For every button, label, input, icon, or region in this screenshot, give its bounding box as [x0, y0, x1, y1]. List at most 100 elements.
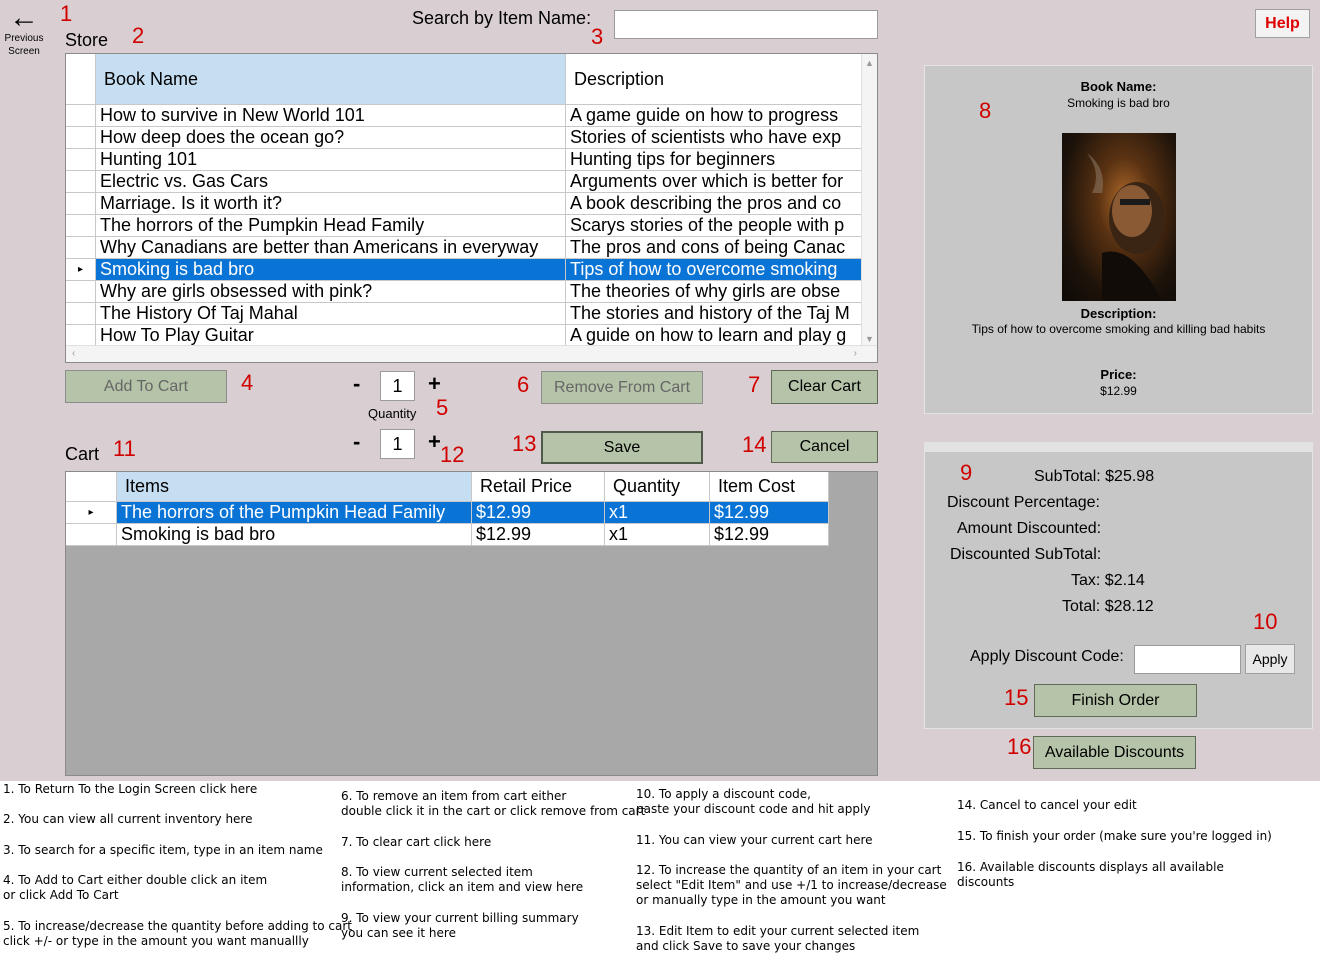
description-cell[interactable]: Tips of how to overcome smoking	[566, 259, 862, 280]
horizontal-scrollbar[interactable]: ‹ ›	[66, 345, 877, 362]
scroll-right-icon[interactable]: ›	[854, 348, 857, 359]
book-name-cell[interactable]: Smoking is bad bro	[96, 259, 566, 280]
help-line-6: 6. To remove an item from cart either do…	[341, 789, 646, 818]
header-corner	[66, 54, 96, 104]
previous-screen-button[interactable]: ← Previous Screen	[0, 1, 48, 60]
remove-from-cart-button[interactable]: Remove From Cart	[541, 371, 703, 404]
row-header[interactable]	[66, 237, 96, 258]
description-cell[interactable]: A guide on how to learn and play g	[566, 325, 862, 346]
cart-item-cell[interactable]: The horrors of the Pumpkin Head Family	[117, 502, 472, 523]
row-header[interactable]	[66, 171, 96, 192]
cart-item-cost-cell[interactable]: $12.99	[710, 524, 829, 545]
cart-grid[interactable]: Items Retail Price Quantity Item Cost ▸ T…	[65, 471, 878, 776]
column-header-quantity[interactable]: Quantity	[605, 472, 710, 501]
cart-item-cell[interactable]: Smoking is bad bro	[117, 524, 472, 545]
book-name-cell[interactable]: Why are girls obsessed with pink?	[96, 281, 566, 302]
add-to-cart-button[interactable]: Add To Cart	[65, 370, 227, 403]
inventory-grid[interactable]: Book Name Description How to survive in …	[65, 53, 878, 363]
description-cell[interactable]: A book describing the pros and co	[566, 193, 862, 214]
book-name-cell[interactable]: The History Of Taj Mahal	[96, 303, 566, 324]
search-input[interactable]	[614, 10, 878, 39]
inventory-row[interactable]: ▸ Smoking is bad bro Tips of how to overco…	[66, 259, 877, 281]
row-header[interactable]	[66, 281, 96, 302]
book-name-cell[interactable]: How to survive in New World 101	[96, 105, 566, 126]
edit-quantity-increase-button[interactable]: +	[428, 431, 441, 453]
cart-row[interactable]: Smoking is bad bro $12.99 x1 $12.99	[66, 524, 829, 546]
quantity-decrease-button[interactable]: -	[353, 373, 360, 395]
discount-code-input[interactable]	[1134, 645, 1241, 674]
cart-row-selector-arrow-icon[interactable]: ▸	[66, 502, 117, 523]
clear-cart-button[interactable]: Clear Cart	[771, 370, 878, 404]
marker-9: 9	[960, 460, 973, 485]
inventory-row[interactable]: The horrors of the Pumpkin Head Family Sc…	[66, 215, 877, 237]
cart-retail-price-cell[interactable]: $12.99	[472, 524, 605, 545]
book-name-cell[interactable]: Marriage. Is it worth it?	[96, 193, 566, 214]
save-button[interactable]: Save	[541, 431, 703, 464]
help-button[interactable]: Help	[1255, 9, 1310, 38]
description-cell[interactable]: Hunting tips for beginners	[566, 149, 862, 170]
inventory-row[interactable]: Hunting 101 Hunting tips for beginners	[66, 149, 877, 171]
column-header-description[interactable]: Description	[566, 54, 862, 104]
help-line-13: 13. Edit Item to edit your current selec…	[636, 924, 920, 953]
scroll-left-icon[interactable]: ‹	[72, 348, 75, 359]
row-header[interactable]	[66, 105, 96, 126]
inventory-row[interactable]: How To Play Guitar A guide on how to lear…	[66, 325, 877, 347]
available-discounts-button[interactable]: Available Discounts	[1033, 736, 1196, 769]
cart-quantity-cell[interactable]: x1	[605, 502, 710, 523]
edit-quantity-input[interactable]: 1	[380, 429, 415, 459]
row-header[interactable]	[66, 215, 96, 236]
cart-quantity-cell[interactable]: x1	[605, 524, 710, 545]
column-header-retail-price[interactable]: Retail Price	[472, 472, 605, 501]
cart-title: Cart	[65, 444, 100, 464]
description-cell[interactable]: The theories of why girls are obse	[566, 281, 862, 302]
help-line-14: 14. Cancel to cancel your edit	[957, 798, 1137, 812]
inventory-row[interactable]: How deep does the ocean go? Stories of sc…	[66, 127, 877, 149]
row-header[interactable]	[66, 325, 96, 346]
edit-quantity-decrease-button[interactable]: -	[353, 431, 360, 453]
inventory-row[interactable]: The History Of Taj Mahal The stories and …	[66, 303, 877, 325]
book-name-cell[interactable]: Hunting 101	[96, 149, 566, 170]
description-cell[interactable]: The stories and history of the Taj M	[566, 303, 862, 324]
inventory-row[interactable]: Why are girls obsessed with pink? The the…	[66, 281, 877, 303]
row-header[interactable]	[66, 193, 96, 214]
column-header-item-cost[interactable]: Item Cost	[710, 472, 829, 501]
book-name-cell[interactable]: How deep does the ocean go?	[96, 127, 566, 148]
inventory-row[interactable]: Why Canadians are better than Americans …	[66, 237, 877, 259]
column-header-book-name[interactable]: Book Name	[96, 54, 566, 104]
book-name-cell[interactable]: Why Canadians are better than Americans …	[96, 237, 566, 258]
cart-row[interactable]: ▸ The horrors of the Pumpkin Head Family $…	[66, 502, 829, 524]
marker-3: 3	[591, 24, 604, 49]
marker-6: 6	[517, 372, 530, 397]
book-name-cell[interactable]: Electric vs. Gas Cars	[96, 171, 566, 192]
apply-discount-button[interactable]: Apply	[1245, 644, 1295, 674]
finish-order-button[interactable]: Finish Order	[1034, 684, 1197, 717]
row-header[interactable]	[66, 149, 96, 170]
back-arrow-icon: ←	[9, 1, 39, 34]
book-name-cell[interactable]: The horrors of the Pumpkin Head Family	[96, 215, 566, 236]
scroll-up-icon[interactable]: ▲	[862, 58, 877, 68]
cart-item-cost-cell[interactable]: $12.99	[710, 502, 829, 523]
description-cell[interactable]: Arguments over which is better for	[566, 171, 862, 192]
vertical-scrollbar[interactable]: ▲ ▼	[861, 54, 877, 346]
description-cell[interactable]: Stories of scientists who have exp	[566, 127, 862, 148]
quantity-input[interactable]: 1	[380, 371, 415, 401]
discount-code-label: Apply Discount Code:	[970, 648, 1124, 665]
row-header[interactable]	[66, 303, 96, 324]
inventory-row[interactable]: Electric vs. Gas Cars Arguments over whic…	[66, 171, 877, 193]
column-header-items[interactable]: Items	[117, 472, 472, 501]
scroll-down-icon[interactable]: ▼	[862, 334, 877, 344]
inventory-row[interactable]: How to survive in New World 101 A game gu…	[66, 105, 877, 127]
quantity-increase-button[interactable]: +	[428, 373, 441, 395]
row-selector-arrow-icon[interactable]: ▸	[66, 259, 96, 280]
cart-retail-price-cell[interactable]: $12.99	[472, 502, 605, 523]
description-cell[interactable]: A game guide on how to progress	[566, 105, 862, 126]
inventory-row[interactable]: Marriage. Is it worth it? A book describi…	[66, 193, 877, 215]
row-header[interactable]	[66, 127, 96, 148]
description-cell[interactable]: Scarys stories of the people with p	[566, 215, 862, 236]
cart-row-header[interactable]	[66, 524, 117, 545]
cancel-button[interactable]: Cancel	[771, 431, 878, 463]
marker-13: 13	[512, 431, 537, 456]
description-cell[interactable]: The pros and cons of being Canac	[566, 237, 862, 258]
book-name-cell[interactable]: How To Play Guitar	[96, 325, 566, 346]
cart-header: Items Retail Price Quantity Item Cost	[66, 472, 829, 502]
